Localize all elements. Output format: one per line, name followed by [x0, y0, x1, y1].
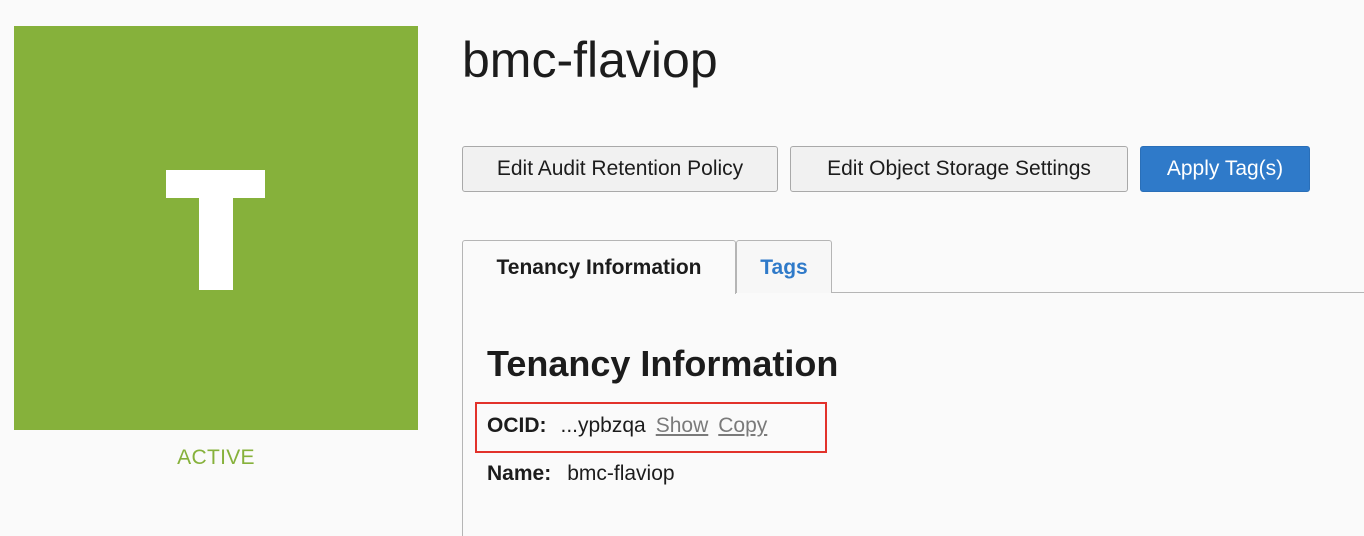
page-title: bmc-flaviop	[462, 32, 718, 88]
tab-tenancy-information[interactable]: Tenancy Information	[462, 240, 736, 294]
section-heading: Tenancy Information	[487, 343, 839, 384]
edit-object-storage-button[interactable]: Edit Object Storage Settings	[790, 146, 1128, 192]
name-label: Name:	[487, 462, 552, 485]
name-value: bmc-flaviop	[567, 462, 675, 485]
tenancy-letter-glyph	[166, 170, 265, 290]
apply-tags-button[interactable]: Apply Tag(s)	[1140, 146, 1310, 192]
ocid-value: ...ypbzqa	[560, 414, 646, 437]
ocid-label: OCID:	[487, 414, 547, 437]
tenancy-avatar	[14, 26, 418, 430]
status-badge: ACTIVE	[177, 446, 255, 469]
ocid-row: OCID: ...ypbzqa Show Copy	[487, 412, 767, 440]
edit-audit-retention-button[interactable]: Edit Audit Retention Policy	[462, 146, 778, 192]
ocid-show-link[interactable]: Show	[656, 414, 709, 437]
ocid-copy-link[interactable]: Copy	[718, 414, 767, 437]
name-row: Name: bmc-flaviop	[487, 460, 675, 488]
tab-tags[interactable]: Tags	[736, 240, 832, 293]
tab-bar: Tenancy Information Tags	[462, 240, 1364, 294]
tenancy-information-panel: Tenancy Information OCID: ...ypbzqa Show Co…	[462, 292, 1364, 536]
